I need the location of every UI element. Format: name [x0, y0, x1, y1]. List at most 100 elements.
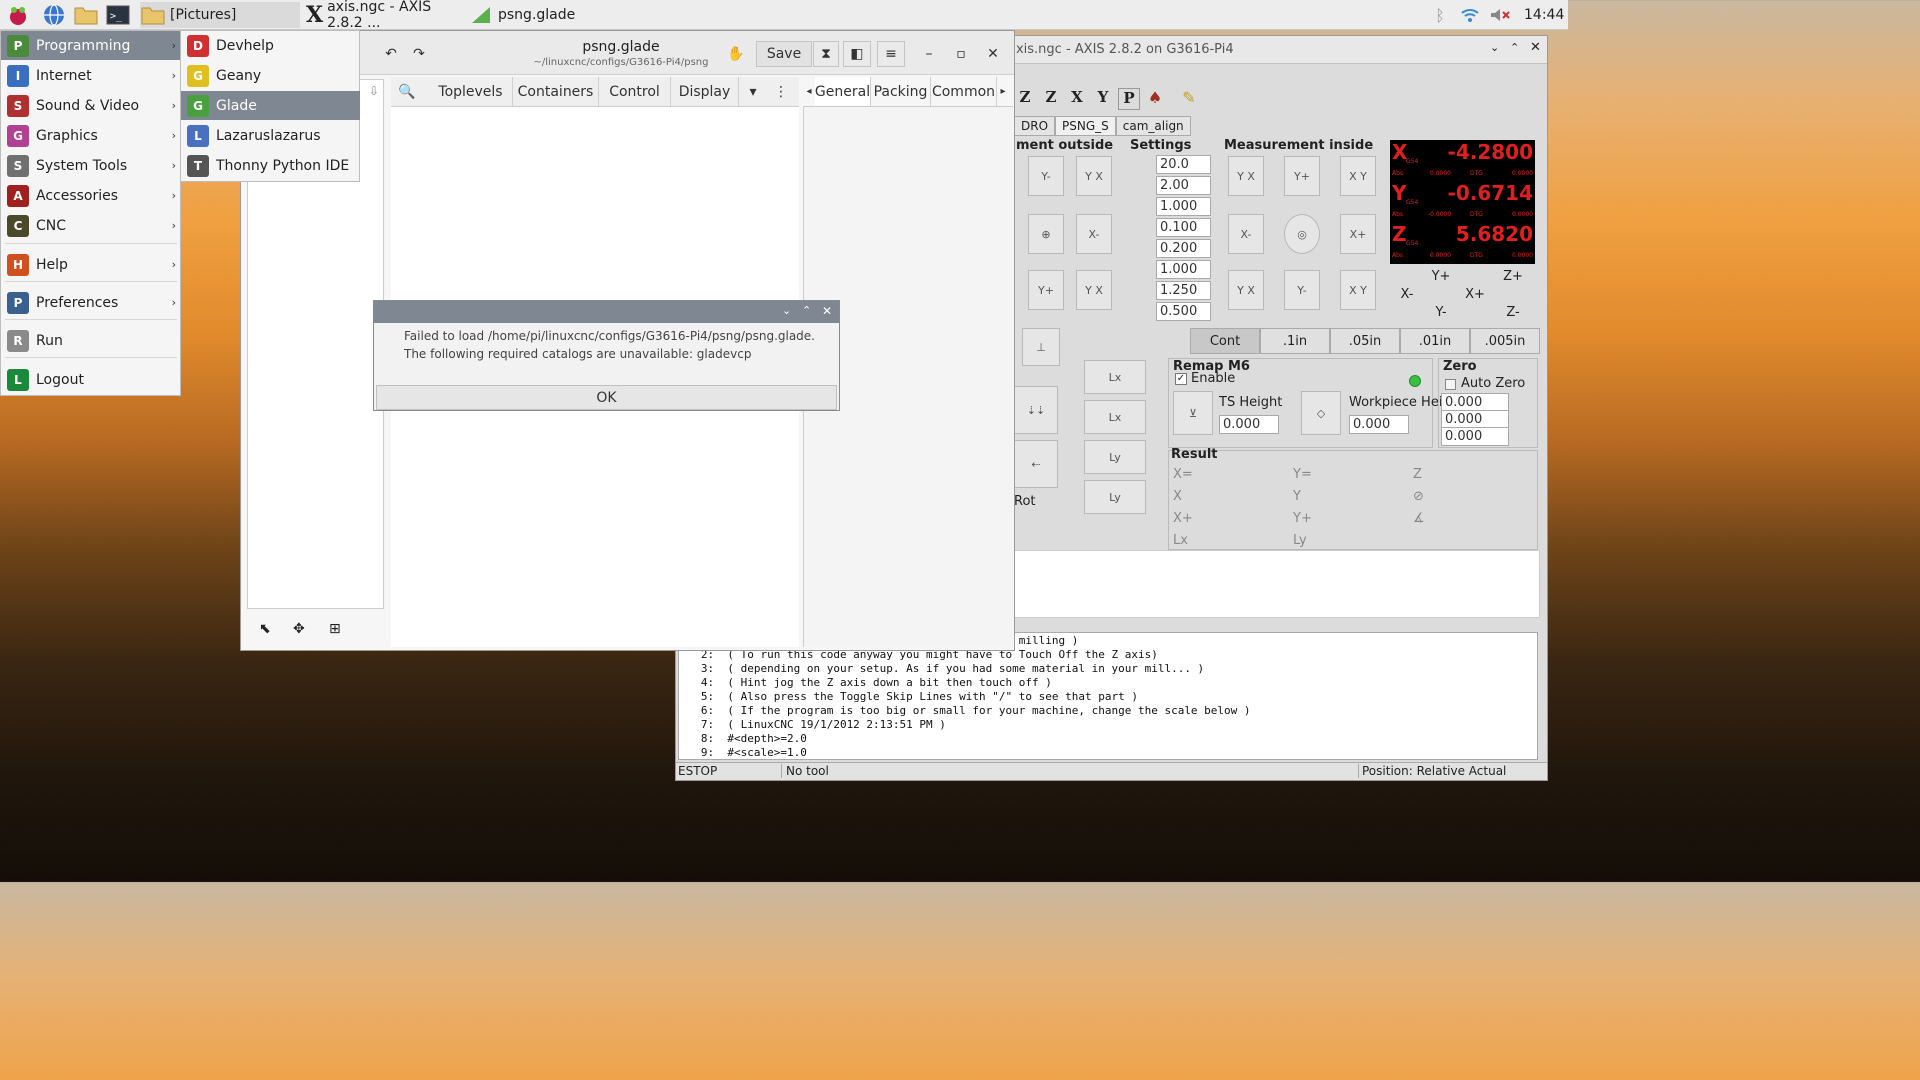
- view-z-icon[interactable]: Z: [1014, 88, 1036, 110]
- probe-x-plus-inside-icon[interactable]: X+: [1340, 214, 1376, 254]
- browser-icon[interactable]: [42, 3, 66, 27]
- menu-item-accessories[interactable]: A Accessories ›: [1, 181, 180, 210]
- pointer-icon[interactable]: ⬉: [259, 621, 271, 637]
- jog-z-plus-button[interactable]: Z+: [1496, 266, 1530, 286]
- submenu-item-glade[interactable]: G Glade: [181, 91, 360, 120]
- volume-muted-icon[interactable]: [1488, 3, 1512, 27]
- taskbar-glade-window[interactable]: psng.glade: [470, 2, 632, 28]
- increment-01[interactable]: .01in: [1400, 328, 1470, 354]
- menu-item-sound-video[interactable]: S Sound & Video ›: [1, 91, 180, 120]
- minimize-icon[interactable]: ⌄: [1490, 41, 1499, 54]
- probe-xy-corner-icon[interactable]: Y X: [1076, 156, 1112, 196]
- ly-measure-icon[interactable]: Ly: [1084, 440, 1146, 474]
- close-icon[interactable]: ✕: [1530, 40, 1541, 55]
- auto-zero-checkbox[interactable]: [1445, 379, 1456, 390]
- probe-y-plus-inside-icon[interactable]: Y+: [1284, 156, 1320, 196]
- taskbar-axis-window[interactable]: X axis.ngc - AXIS 2.8.2 ...: [306, 0, 468, 31]
- increment-05[interactable]: .05in: [1330, 328, 1400, 354]
- workpiece-icon[interactable]: ◇: [1301, 391, 1341, 435]
- view-z2-icon[interactable]: Z: [1040, 88, 1062, 110]
- tab-general[interactable]: General: [815, 77, 871, 106]
- menu-item-system-tools[interactable]: S System Tools ›: [1, 151, 180, 180]
- probe-x-minus-inside-icon[interactable]: X-: [1228, 214, 1264, 254]
- jog-y-minus-button[interactable]: Y-: [1424, 302, 1458, 322]
- menu-item-internet[interactable]: I Internet ›: [1, 61, 180, 90]
- dialog-titlebar[interactable]: ⌄ ⌃ ✕: [374, 301, 839, 323]
- workpiece-field[interactable]: 0.000: [1349, 415, 1409, 434]
- terminal-icon[interactable]: >_: [106, 3, 130, 27]
- menu-item-cnc[interactable]: C CNC ›: [1, 211, 180, 240]
- dialog-maximize-icon[interactable]: ⌃: [802, 304, 811, 317]
- menu-item-preferences[interactable]: P Preferences ›: [1, 288, 180, 317]
- scroll-down-icon[interactable]: ⇩: [369, 84, 379, 98]
- inspector-icon[interactable]: ✋: [723, 41, 749, 67]
- ts-height-icon[interactable]: ⊻: [1173, 391, 1213, 435]
- glade-maximize-icon[interactable]: ▫: [949, 41, 973, 67]
- submenu-item-thonny-python-ide[interactable]: T Thonny Python IDE: [181, 151, 360, 180]
- probe-x-minus-outside-icon[interactable]: X-: [1076, 214, 1112, 254]
- dialog-minimize-icon[interactable]: ⌄: [782, 304, 791, 317]
- setting-field-4[interactable]: 0.200: [1156, 239, 1211, 258]
- jog-y-plus-button[interactable]: Y+: [1424, 266, 1458, 286]
- probe-inside-corner-icon[interactable]: Y X: [1228, 156, 1264, 196]
- menu-item-logout[interactable]: L Logout: [1, 365, 180, 394]
- ts-height-field[interactable]: 0.000: [1219, 415, 1279, 434]
- setting-field-7[interactable]: 0.500: [1156, 302, 1211, 321]
- wifi-icon[interactable]: [1458, 3, 1482, 27]
- save-as-icon[interactable]: ⧗: [813, 41, 839, 67]
- increment-cont[interactable]: Cont: [1190, 328, 1260, 354]
- dialog-close-icon[interactable]: ✕: [822, 304, 832, 318]
- probe-y-plus-outside-icon[interactable]: Y+: [1028, 270, 1064, 310]
- preview-icon[interactable]: ◧: [843, 41, 871, 67]
- drag-resize-icon[interactable]: ✥: [293, 621, 305, 637]
- maximize-icon[interactable]: ⌃: [1510, 41, 1519, 54]
- setting-field-5[interactable]: 1.000: [1156, 260, 1211, 279]
- increment-1[interactable]: .1in: [1260, 328, 1330, 354]
- probe-hole-center-icon[interactable]: ◎: [1284, 214, 1320, 254]
- probe-center-outside-icon[interactable]: ⊕: [1028, 214, 1064, 254]
- tab-toplevels[interactable]: Toplevels: [429, 77, 513, 106]
- gcode-listing[interactable]: ual milling ) 2: ( To run this code anyw…: [678, 632, 1538, 760]
- undo-icon[interactable]: ↶: [377, 41, 405, 67]
- tab-display[interactable]: Display: [671, 77, 739, 106]
- margin-edit-icon[interactable]: ⊞: [329, 621, 341, 637]
- jog-z-minus-button[interactable]: Z-: [1496, 302, 1530, 322]
- setting-field-6[interactable]: 1.250: [1156, 281, 1211, 300]
- probe-xy-plus-corner-icon[interactable]: Y X: [1076, 270, 1112, 310]
- menu-item-help[interactable]: H Help ›: [1, 250, 180, 279]
- probe-inside-corner3-icon[interactable]: Y X: [1228, 270, 1264, 310]
- setting-field-1[interactable]: 2.00: [1156, 176, 1211, 195]
- tab-containers[interactable]: Containers: [513, 77, 599, 106]
- glade-minimize-icon[interactable]: –: [917, 41, 941, 67]
- clear-plot-icon[interactable]: ✎: [1178, 88, 1200, 110]
- probe-y-minus-outside-icon[interactable]: Y-: [1028, 156, 1064, 196]
- increment-005[interactable]: .005in: [1470, 328, 1540, 354]
- menu-item-run[interactable]: R Run: [1, 326, 180, 355]
- tab-control[interactable]: Control: [599, 77, 671, 106]
- tab-common[interactable]: Common: [931, 77, 997, 106]
- setting-field-3[interactable]: 0.100: [1156, 218, 1211, 237]
- view-x-icon[interactable]: X: [1066, 88, 1088, 110]
- probe-inside-corner4-icon[interactable]: X Y: [1340, 270, 1376, 310]
- raspberry-menu-icon[interactable]: [6, 3, 30, 27]
- submenu-item-lazaruslazarus[interactable]: L Lazaruslazarus: [181, 121, 360, 150]
- submenu-item-geany[interactable]: G Geany: [181, 61, 360, 90]
- bluetooth-icon[interactable]: ᛒ: [1428, 3, 1452, 27]
- save-button[interactable]: Save: [756, 41, 812, 67]
- tab-psng[interactable]: PSNG_S: [1055, 116, 1116, 136]
- taskbar-pictures[interactable]: [Pictures]: [140, 2, 300, 28]
- edge-rotation2-icon[interactable]: ⇠: [1014, 440, 1058, 488]
- menu-item-graphics[interactable]: G Graphics ›: [1, 121, 180, 150]
- setting-field-2[interactable]: 1.000: [1156, 197, 1211, 216]
- jog-x-minus-button[interactable]: X-: [1390, 284, 1424, 304]
- tab-cam-align[interactable]: cam_align: [1115, 116, 1191, 136]
- enable-checkbox[interactable]: ✓: [1175, 373, 1187, 385]
- menu-icon[interactable]: ≡: [877, 41, 905, 67]
- tab-dro[interactable]: DRO: [1014, 116, 1056, 136]
- setting-field-0[interactable]: 20.0: [1156, 155, 1211, 174]
- zero-field-z[interactable]: 0.000: [1441, 427, 1509, 446]
- lx-center-icon[interactable]: Lx: [1084, 400, 1146, 434]
- submenu-item-devhelp[interactable]: D Devhelp: [181, 31, 360, 60]
- glade-close-icon[interactable]: ✕: [981, 41, 1005, 67]
- ok-button[interactable]: OK: [376, 385, 837, 410]
